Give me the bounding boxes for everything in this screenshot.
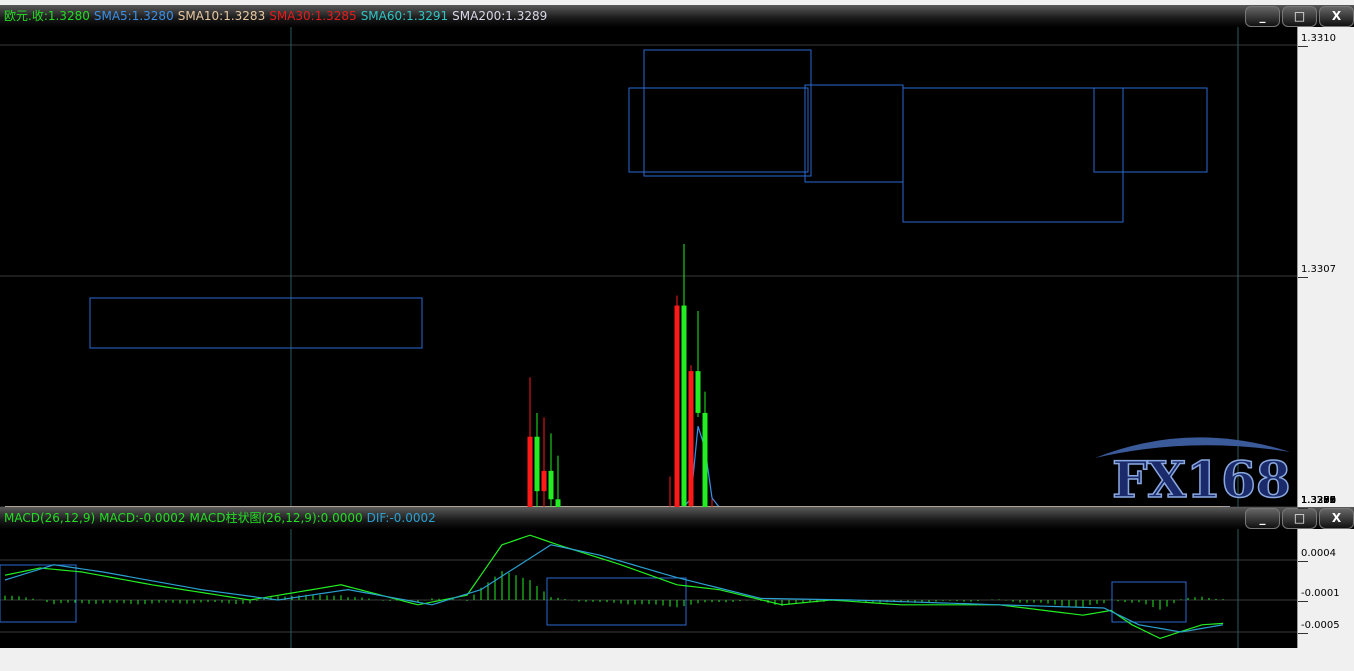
candle-body: [681, 305, 687, 506]
macd-chart-header: MACD(26,12,9) MACD:-0.0002 MACD柱状图(26,12,9…: [0, 507, 1354, 529]
macd-tick: -0.0001: [1298, 588, 1340, 602]
macd-axis: 0.0004 -0.0001 -0.0005: [1297, 529, 1354, 648]
macd-legend-item: MACD柱状图(26,12,9):0.0000: [189, 511, 363, 525]
main-legend-item: SMA30:1.3285: [269, 9, 357, 23]
main-panel-bg: [0, 22, 1297, 507]
macd-maximize-button[interactable]: □: [1282, 508, 1317, 529]
price-tick: 1.3251: [1298, 495, 1336, 509]
close-button[interactable]: X: [1319, 6, 1354, 27]
main-chart-header: 欧元.收:1.3280 SMA5:1.3280 SMA10:1.3283 SMA30:…: [0, 5, 1354, 27]
candle-body: [548, 470, 554, 500]
maximize-button[interactable]: □: [1282, 6, 1317, 27]
macd-legend: MACD(26,12,9) MACD:-0.0002 MACD柱状图(26,12,9…: [4, 507, 440, 529]
candle-body: [695, 371, 701, 413]
minimize-button[interactable]: _: [1245, 6, 1280, 27]
candle: [688, 365, 694, 507]
main-legend: 欧元.收:1.3280 SMA5:1.3280 SMA10:1.3283 SMA30:…: [4, 5, 551, 27]
candle: [674, 295, 680, 507]
macd-legend-item: MACD(26,12,9): [4, 511, 96, 525]
main-legend-item: SMA60:1.3291: [360, 9, 449, 23]
candle-body: [555, 499, 561, 507]
candle-body: [688, 371, 694, 506]
candle-body: [534, 436, 540, 492]
main-legend-item: SMA10:1.3283: [177, 9, 266, 23]
price-axis: 1.3310 1.3307 1.3303 1.3300 1.3296 1.3293 1.32…: [1297, 27, 1354, 509]
main-legend-item: 欧元.收:1.3280: [4, 9, 90, 23]
candle-body: [541, 470, 547, 492]
macd-tick: -0.0005: [1298, 620, 1340, 634]
chart-canvas: FX168: [0, 22, 1297, 648]
main-legend-item: SMA200:1.3289: [452, 9, 548, 23]
status-strip: [0, 648, 1354, 671]
candle-body: [674, 305, 680, 507]
macd-tick: 0.0004: [1298, 548, 1336, 562]
macd-close-button[interactable]: X: [1319, 508, 1354, 529]
price-tick: 1.3310: [1298, 33, 1336, 47]
candle-body: [702, 412, 708, 507]
macd-legend-item: DIF:-0.0002: [366, 511, 436, 525]
macd-legend-item: MACD:-0.0002: [99, 511, 186, 525]
candle-body: [527, 436, 533, 507]
logo-text: FX168: [1112, 450, 1291, 509]
macd-minimize-button[interactable]: _: [1245, 508, 1280, 529]
price-tick: 1.3307: [1298, 264, 1336, 278]
chart-window: FX168 欧元.收:1.3280 SMA5:1.3280 SMA10:1.3283…: [0, 0, 1354, 671]
main-legend-item: SMA5:1.3280: [93, 9, 174, 23]
